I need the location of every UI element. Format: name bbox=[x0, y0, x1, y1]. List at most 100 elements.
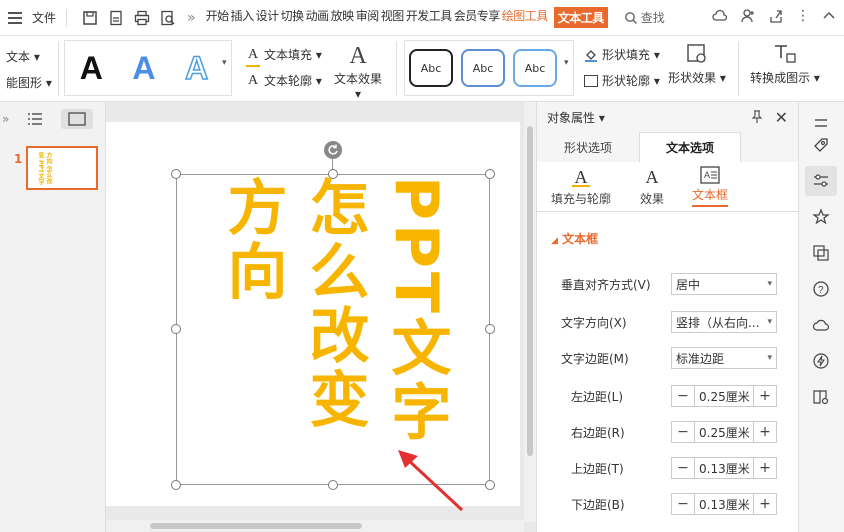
resize-handle-top-right[interactable] bbox=[485, 169, 495, 179]
more-options-icon[interactable]: ⋮ bbox=[796, 8, 810, 24]
vertical-scrollbar[interactable] bbox=[524, 102, 536, 522]
tab-text-tools[interactable]: 文本工具 bbox=[553, 7, 608, 28]
textbox-icon: A bbox=[700, 166, 720, 184]
tab-review[interactable]: 审阅 bbox=[356, 7, 380, 28]
resize-handle-top-left[interactable] bbox=[171, 169, 181, 179]
smartart-dropdown[interactable]: 能图形 ▾ bbox=[6, 70, 52, 96]
share-icon[interactable] bbox=[768, 8, 784, 24]
left-margin-input[interactable]: 0.25厘米 bbox=[694, 386, 754, 406]
tab-text-options[interactable]: 文本选项 bbox=[639, 132, 741, 162]
outline-view-button[interactable] bbox=[19, 109, 51, 129]
shape-outline-icon bbox=[584, 75, 598, 87]
menu-icon[interactable] bbox=[8, 11, 26, 24]
increment-button[interactable]: + bbox=[754, 496, 776, 512]
resize-handle-bottom[interactable] bbox=[328, 480, 338, 490]
subtab-effect[interactable]: A 效果 bbox=[625, 162, 679, 211]
print-preview-icon[interactable] bbox=[159, 9, 177, 27]
subtab-fill-outline[interactable]: A 填充与轮廓 bbox=[537, 162, 625, 211]
tab-shape-options[interactable]: 形状选项 bbox=[537, 132, 639, 162]
more-tools-button[interactable]: » bbox=[187, 10, 196, 26]
text-outline-button[interactable]: A 文本轮廓 ▾ bbox=[246, 68, 322, 94]
cloud-icon[interactable] bbox=[712, 8, 728, 24]
decrement-button[interactable]: − bbox=[672, 460, 694, 476]
shape-fill-button[interactable]: 形状填充 ▾ bbox=[584, 42, 660, 68]
vertical-text-column-2[interactable]: 怎么改变 bbox=[299, 176, 369, 432]
tab-home[interactable]: 开始 bbox=[206, 7, 230, 28]
slide-view-button[interactable] bbox=[61, 109, 94, 129]
book-search-button[interactable] bbox=[805, 382, 837, 412]
wordart-style-black[interactable]: A bbox=[80, 52, 103, 84]
tab-view[interactable]: 视图 bbox=[381, 7, 405, 28]
decrement-button[interactable]: − bbox=[672, 388, 694, 404]
section-header[interactable]: ◢ 文本框 bbox=[537, 212, 798, 247]
scroll-thumb[interactable] bbox=[150, 523, 362, 529]
text-direction-select[interactable]: 竖排（从右向... ▾ bbox=[671, 311, 777, 333]
vertical-text-column-1[interactable]: PPT文字 bbox=[381, 176, 451, 445]
expand-pane-icon[interactable]: » bbox=[2, 112, 9, 126]
resize-handle-right[interactable] bbox=[485, 324, 495, 334]
decrement-button[interactable]: − bbox=[672, 496, 694, 512]
horizontal-scrollbar[interactable] bbox=[106, 520, 524, 532]
close-icon[interactable]: ✕ bbox=[775, 108, 788, 127]
resize-handle-bottom-left[interactable] bbox=[171, 480, 181, 490]
help-button[interactable]: ? bbox=[805, 274, 837, 304]
cloud-service-button[interactable] bbox=[805, 310, 837, 340]
tab-transitions[interactable]: 切换 bbox=[281, 7, 305, 28]
text-dropdown[interactable]: 文本 ▾ bbox=[6, 44, 52, 70]
shape-style-black[interactable]: Abc bbox=[409, 49, 453, 87]
resize-handle-left[interactable] bbox=[171, 324, 181, 334]
increment-button[interactable]: + bbox=[754, 424, 776, 440]
shape-effect-button[interactable]: 形状效果 ▾ bbox=[668, 42, 726, 86]
quick-action-button[interactable] bbox=[805, 346, 837, 376]
tab-animation[interactable]: 动画 bbox=[306, 7, 330, 28]
increment-button[interactable]: + bbox=[754, 388, 776, 404]
search-box[interactable]: 查找 bbox=[624, 9, 665, 26]
object-properties-panel: 对象属性 ▾ ✕ 形状选项 文本选项 A 填充与轮廓 A 效果 A 文本框 ◢ … bbox=[536, 102, 798, 532]
file-menu[interactable]: 文件 bbox=[32, 9, 56, 26]
thumbnail-toolbar: » bbox=[0, 102, 105, 136]
text-margin-select[interactable]: 标准边距 ▾ bbox=[671, 347, 777, 369]
save-icon[interactable] bbox=[81, 9, 99, 27]
rocket-button[interactable] bbox=[805, 130, 837, 160]
decrement-button[interactable]: − bbox=[672, 424, 694, 440]
rotate-handle[interactable] bbox=[324, 141, 342, 159]
tab-member[interactable]: 会员专享 bbox=[454, 7, 501, 28]
gallery-expand-icon[interactable]: ▾ bbox=[222, 58, 227, 68]
wordart-style-blue[interactable]: A bbox=[132, 52, 155, 84]
text-fill-button[interactable]: A 文本填充 ▾ bbox=[246, 42, 322, 68]
resize-handle-bottom-right[interactable] bbox=[485, 480, 495, 490]
shape-style-lightblue[interactable]: Abc bbox=[513, 49, 557, 87]
bottom-margin-label: 下边距(B) bbox=[571, 497, 625, 512]
scroll-thumb[interactable] bbox=[527, 126, 533, 456]
right-margin-input[interactable]: 0.25厘米 bbox=[694, 422, 754, 442]
subtab-textbox[interactable]: A 文本框 bbox=[679, 162, 741, 211]
transform-button[interactable] bbox=[805, 238, 837, 268]
increment-button[interactable]: + bbox=[754, 460, 776, 476]
top-margin-stepper: − 0.13厘米 + bbox=[671, 457, 777, 479]
slide-thumbnail[interactable]: 方向 怎么改变 PPT文字 bbox=[26, 146, 98, 190]
user-add-icon[interactable] bbox=[740, 8, 756, 24]
top-margin-input[interactable]: 0.13厘米 bbox=[694, 458, 754, 478]
export-pdf-icon[interactable] bbox=[107, 9, 125, 27]
tab-slideshow[interactable]: 放映 bbox=[331, 7, 355, 28]
favorites-button[interactable] bbox=[805, 202, 837, 232]
properties-button[interactable] bbox=[805, 166, 837, 196]
vertical-text-column-3[interactable]: 方向 bbox=[217, 176, 287, 304]
vertical-align-select[interactable]: 居中 ▾ bbox=[671, 273, 777, 295]
tab-drawing-tools[interactable]: 绘图工具 bbox=[502, 7, 549, 28]
gallery-expand-icon[interactable]: ▾ bbox=[564, 58, 569, 68]
wordart-style-outline[interactable]: A bbox=[184, 51, 209, 85]
pin-icon[interactable] bbox=[750, 110, 764, 124]
bottom-margin-input[interactable]: 0.13厘米 bbox=[694, 494, 754, 514]
shape-outline-button[interactable]: 形状轮廓 ▾ bbox=[584, 68, 660, 94]
text-margin-value: 标准边距 bbox=[676, 351, 725, 366]
convert-diagram-button[interactable]: 转换成图示 ▾ bbox=[748, 42, 822, 86]
collapse-icon[interactable] bbox=[822, 9, 836, 23]
tab-design[interactable]: 设计 bbox=[256, 7, 280, 28]
shape-style-blue[interactable]: Abc bbox=[461, 49, 505, 87]
print-icon[interactable] bbox=[133, 9, 151, 27]
text-effect-button[interactable]: A 文本效果 ▾ bbox=[330, 42, 386, 101]
tab-insert[interactable]: 插入 bbox=[231, 7, 255, 28]
tab-developer[interactable]: 开发工具 bbox=[406, 7, 453, 28]
panel-title[interactable]: 对象属性 ▾ bbox=[547, 109, 605, 126]
